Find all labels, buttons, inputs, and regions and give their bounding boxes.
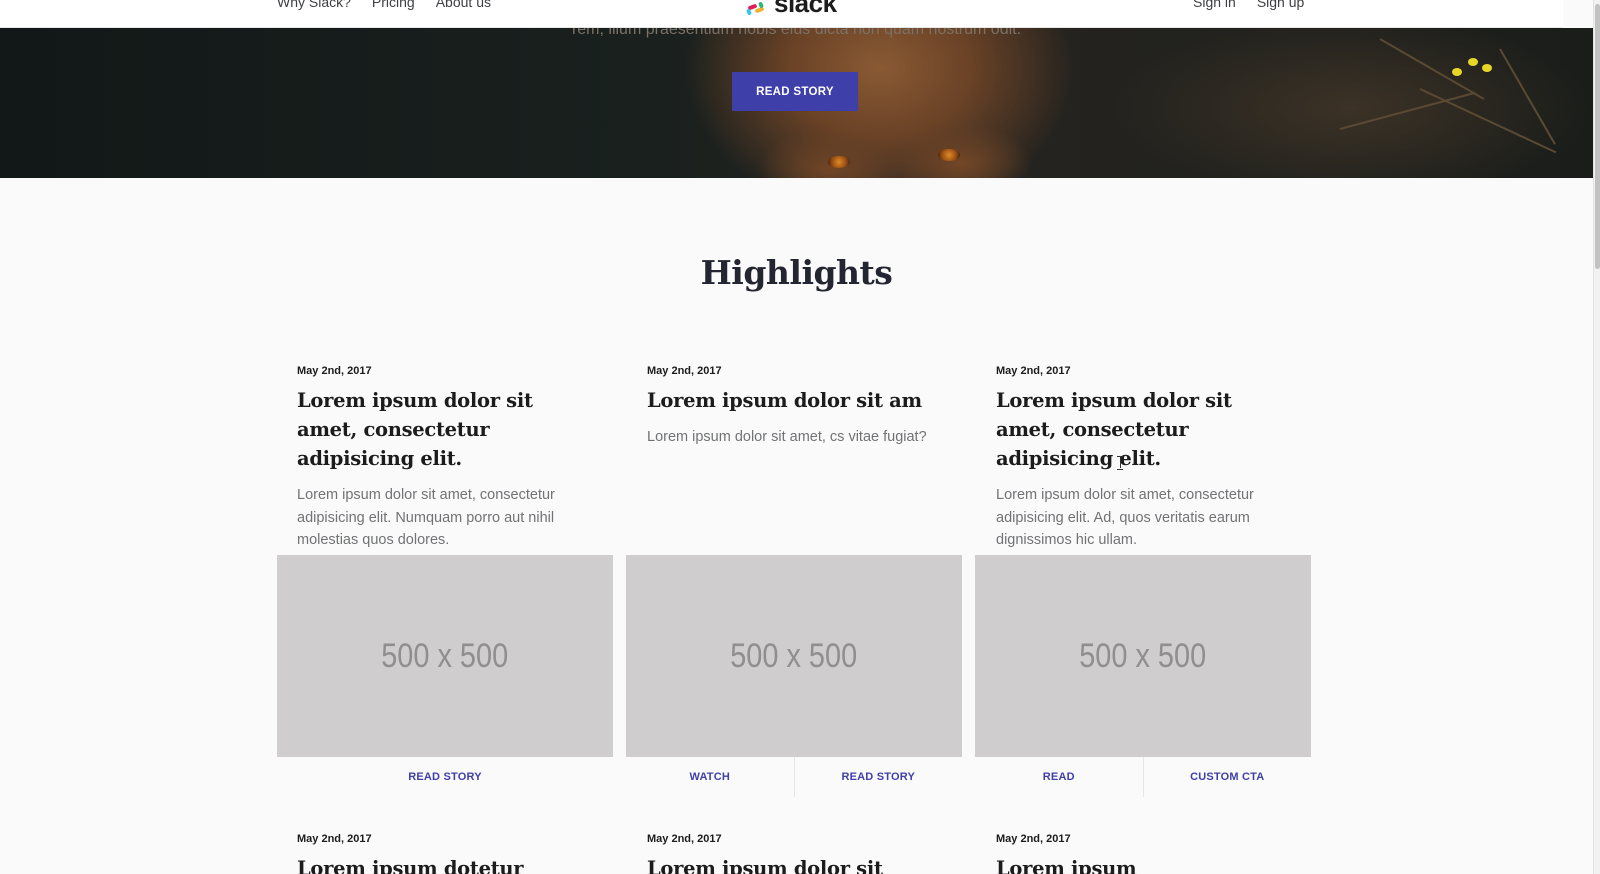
- read-story-link[interactable]: READ STORY: [277, 757, 613, 797]
- card-date: May 2nd, 2017: [996, 365, 1071, 377]
- card-date: May 2nd, 2017: [297, 833, 372, 845]
- card-date: May 2nd, 2017: [297, 365, 372, 377]
- custom-cta-link[interactable]: CUSTOM CTA: [1142, 757, 1312, 797]
- highlight-card-text: May 2nd, 2017 Lorem ipsum: [996, 833, 1296, 874]
- card-description: Lorem ipsum dolor sit amet, consectetur …: [996, 487, 1254, 548]
- highlight-card-text: May 2nd, 2017 Lorem ipsum dotetur: [297, 833, 597, 874]
- image-placeholder-label: 500 x 500: [730, 636, 858, 675]
- card-cta-row: READ STORY: [277, 757, 613, 797]
- card-description: Lorem ipsum dolor sit amet, consectetur …: [297, 487, 555, 548]
- card-cta-row: WATCH READ STORY: [626, 757, 962, 797]
- nav-link-sign-in[interactable]: Sign in: [1193, 0, 1236, 10]
- read-story-link[interactable]: READ STORY: [793, 757, 963, 797]
- image-placeholder-label: 500 x 500: [1079, 636, 1207, 675]
- hero-image-detail: [828, 156, 850, 168]
- watch-link[interactable]: WATCH: [626, 757, 794, 797]
- card-image-placeholder[interactable]: 500 x 500: [626, 555, 962, 757]
- slack-logo-icon: [746, 0, 768, 16]
- hero-image-detail: [1339, 91, 1476, 130]
- nav-link-why-slack[interactable]: Why Slack?: [277, 0, 351, 10]
- card-title[interactable]: Lorem ipsum dolor sit amet,: [647, 854, 947, 874]
- nav-left-links: Why Slack? Pricing About us: [277, 0, 491, 10]
- text-cursor-icon: [1116, 455, 1124, 470]
- hero-image-detail: [1482, 64, 1492, 72]
- highlights-title: Highlights: [700, 253, 893, 292]
- nav-link-about-us[interactable]: About us: [436, 0, 491, 10]
- page-scrollbar[interactable]: [1593, 0, 1600, 874]
- card-description: Lorem ipsum dolor sit amet, cs vitae fug…: [647, 429, 927, 445]
- nav-link-sign-up[interactable]: Sign up: [1257, 0, 1304, 10]
- card-date: May 2nd, 2017: [996, 833, 1071, 845]
- read-link[interactable]: READ: [975, 757, 1143, 797]
- highlight-card-text: May 2nd, 2017 Lorem ipsum dolor sit am L…: [647, 365, 947, 449]
- hero-image-detail: [1452, 68, 1462, 76]
- card-date: May 2nd, 2017: [647, 833, 722, 845]
- hero-image-detail: [938, 149, 960, 161]
- card-image-placeholder[interactable]: 500 x 500: [277, 555, 613, 757]
- image-placeholder-label: 500 x 500: [381, 636, 509, 675]
- card-title[interactable]: Lorem ipsum dolor sit am: [647, 386, 947, 415]
- card-title[interactable]: Lorem ipsum dolor sit amet, consectetur …: [996, 386, 1296, 473]
- hero-image-detail: [1419, 88, 1557, 154]
- hero-text: rem, illum praesentium nobis eius dicta …: [571, 28, 1022, 38]
- card-title[interactable]: Lorem ipsum dotetur: [297, 854, 597, 874]
- card-date: May 2nd, 2017: [647, 365, 722, 377]
- top-navigation: Why Slack? Pricing About us slack Sign i…: [0, 0, 1563, 28]
- hero-banner: rem, illum praesentium nobis eius dicta …: [0, 28, 1593, 178]
- nav-link-pricing[interactable]: Pricing: [372, 0, 415, 10]
- slack-logo[interactable]: slack: [746, 0, 837, 19]
- highlight-card-text: May 2nd, 2017 Lorem ipsum dolor sit amet…: [996, 365, 1296, 552]
- hero-read-story-button[interactable]: READ STORY: [732, 72, 858, 111]
- nav-right-links: Sign in Sign up: [1193, 0, 1304, 10]
- card-title[interactable]: Lorem ipsum dolor sit amet, consectetur …: [297, 386, 597, 473]
- hero-image-detail: [1379, 38, 1485, 100]
- highlight-card-text: May 2nd, 2017 Lorem ipsum dolor sit amet…: [297, 365, 597, 552]
- card-cta-row: READ CUSTOM CTA: [975, 757, 1311, 797]
- highlight-card-text: May 2nd, 2017 Lorem ipsum dolor sit amet…: [647, 833, 947, 874]
- hero-image-detail: [1468, 58, 1478, 66]
- logo-wordmark: slack: [774, 0, 837, 18]
- card-title[interactable]: Lorem ipsum: [996, 854, 1296, 874]
- card-image-placeholder[interactable]: 500 x 500: [975, 555, 1311, 757]
- scrollbar-thumb[interactable]: [1595, 4, 1600, 269]
